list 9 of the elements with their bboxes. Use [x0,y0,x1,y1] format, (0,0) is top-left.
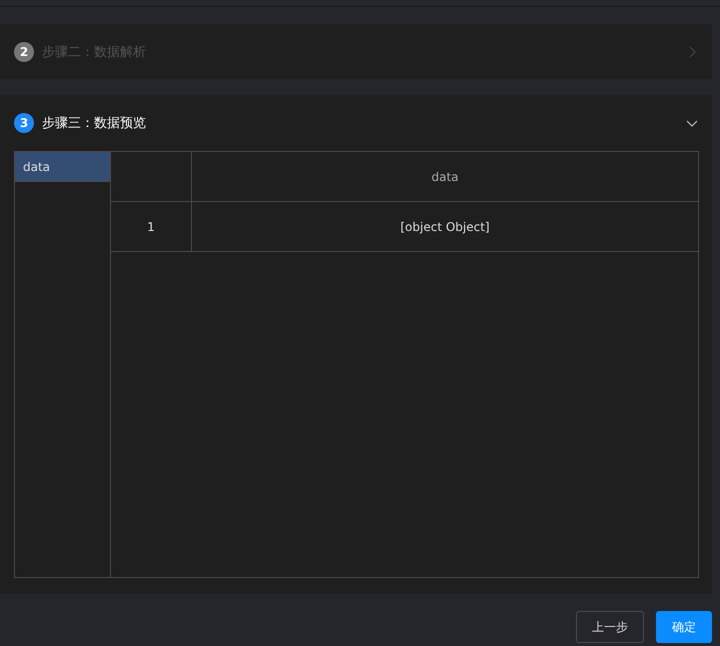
step-number: 3 [14,112,34,132]
step-title: 步骤三：数据预览 [42,114,147,132]
table-cell-text: [object Object] [399,218,491,236]
confirm-button[interactable]: 确定 [656,611,712,643]
column-header: data [430,168,460,186]
previous-button[interactable]: 上一步 [576,611,644,643]
table-cell: 1 [111,202,192,251]
step-number: 2 [14,42,34,62]
source-item[interactable]: data [15,152,110,182]
